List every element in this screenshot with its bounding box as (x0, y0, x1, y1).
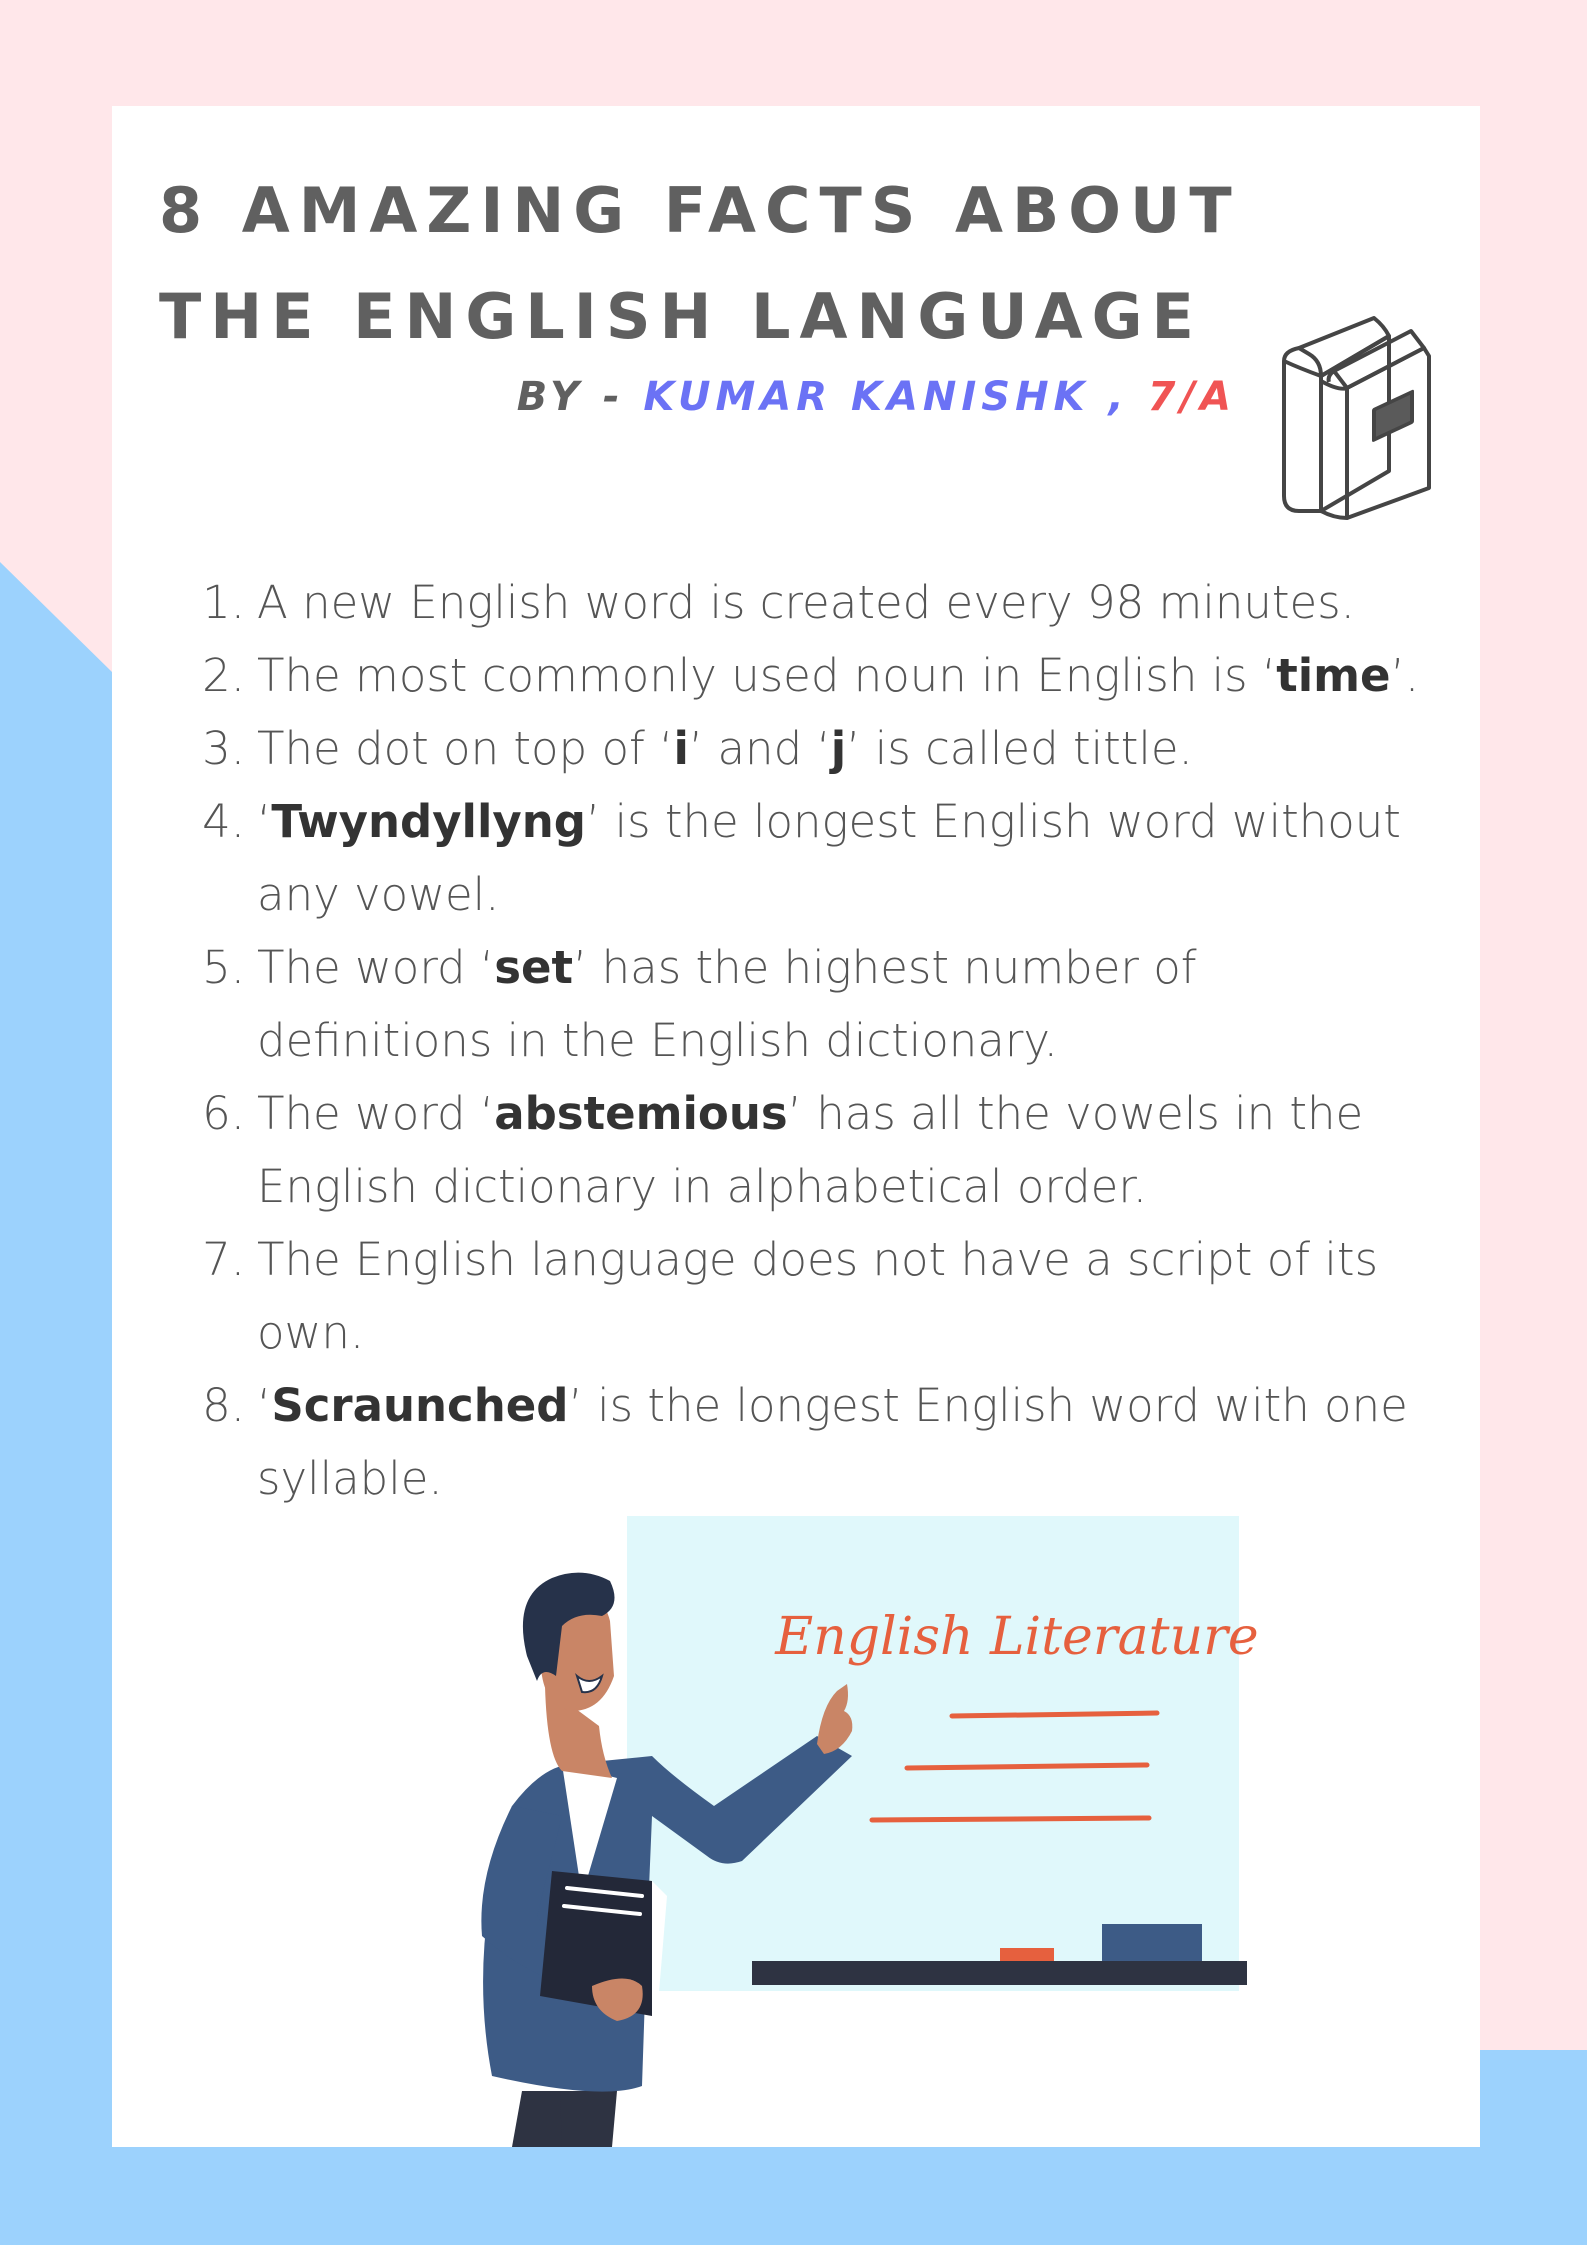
list-item: 8. ‘Scraunched’ is the longest English w… (142, 1369, 1462, 1515)
title-line-1: 8 AMAZING FACTS ABOUT (159, 174, 1241, 247)
list-item: 6. The word ‘abstemious’ has all the vow… (142, 1077, 1462, 1223)
list-item: 3. The dot on top of ‘i’ and ‘j’ is call… (142, 712, 1462, 785)
list-item-text: ‘Scraunched’ is the longest English word… (257, 1379, 1408, 1505)
board-text: English Literature (774, 1607, 1258, 1667)
list-item: 4. ‘Twyndyllyng’ is the longest English … (142, 785, 1462, 931)
list-item-number: 5. (202, 941, 245, 994)
list-item-text: The English language does not have a scr… (257, 1233, 1379, 1359)
byline-prefix: BY - (516, 374, 644, 420)
author-name: KUMAR KANISHK , (643, 374, 1148, 420)
board-line (869, 1815, 1152, 1823)
board-line (949, 1710, 1160, 1719)
eraser (1102, 1924, 1202, 1961)
list-item-text: ‘Twyndyllyng’ is the longest English wor… (257, 795, 1401, 921)
list-item-number: 7. (202, 1233, 245, 1286)
list-item-number: 3. (202, 722, 245, 775)
books-icon (1282, 316, 1431, 520)
list-item-number: 2. (202, 649, 245, 702)
chalk (1000, 1948, 1054, 1961)
list-item-text: A new English word is created every 98 m… (257, 576, 1355, 629)
list-item-text: The word ‘abstemious’ has all the vowels… (257, 1087, 1364, 1213)
title-line-2: THE ENGLISH LANGUAGE (159, 280, 1203, 353)
teacher-illustration: English Literature (481, 1516, 1259, 2147)
list-item: 1. A new English word is created every 9… (142, 566, 1462, 639)
list-item-number: 8. (202, 1379, 245, 1432)
list-item-number: 1. (202, 576, 245, 629)
list-item-text: The dot on top of ‘i’ and ‘j’ is called … (257, 722, 1193, 775)
board-line (904, 1762, 1150, 1771)
chalkboard (627, 1516, 1239, 1991)
list-item: 5. The word ‘set’ has the highest number… (142, 931, 1462, 1077)
list-item-text: The word ‘set’ has the highest number of… (257, 941, 1197, 1067)
poster-card: 8 AMAZING FACTS ABOUT THE ENGLISH LANGUA… (112, 106, 1480, 2147)
page-title: 8 AMAZING FACTS ABOUT THE ENGLISH LANGUA… (159, 158, 1241, 370)
list-item: 7. The English language does not have a … (142, 1223, 1462, 1369)
board-ledge (752, 1961, 1247, 1985)
author-class: 7/A (1147, 374, 1236, 420)
byline: BY - KUMAR KANISHK , 7/A (517, 374, 1236, 420)
list-item-text: The most commonly used noun in English i… (257, 649, 1420, 702)
list-item-number: 6. (202, 1087, 245, 1140)
facts-list: 1. A new English word is created every 9… (142, 566, 1462, 1515)
list-item-number: 4. (202, 795, 245, 848)
list-item: 2. The most commonly used noun in Englis… (142, 639, 1462, 712)
